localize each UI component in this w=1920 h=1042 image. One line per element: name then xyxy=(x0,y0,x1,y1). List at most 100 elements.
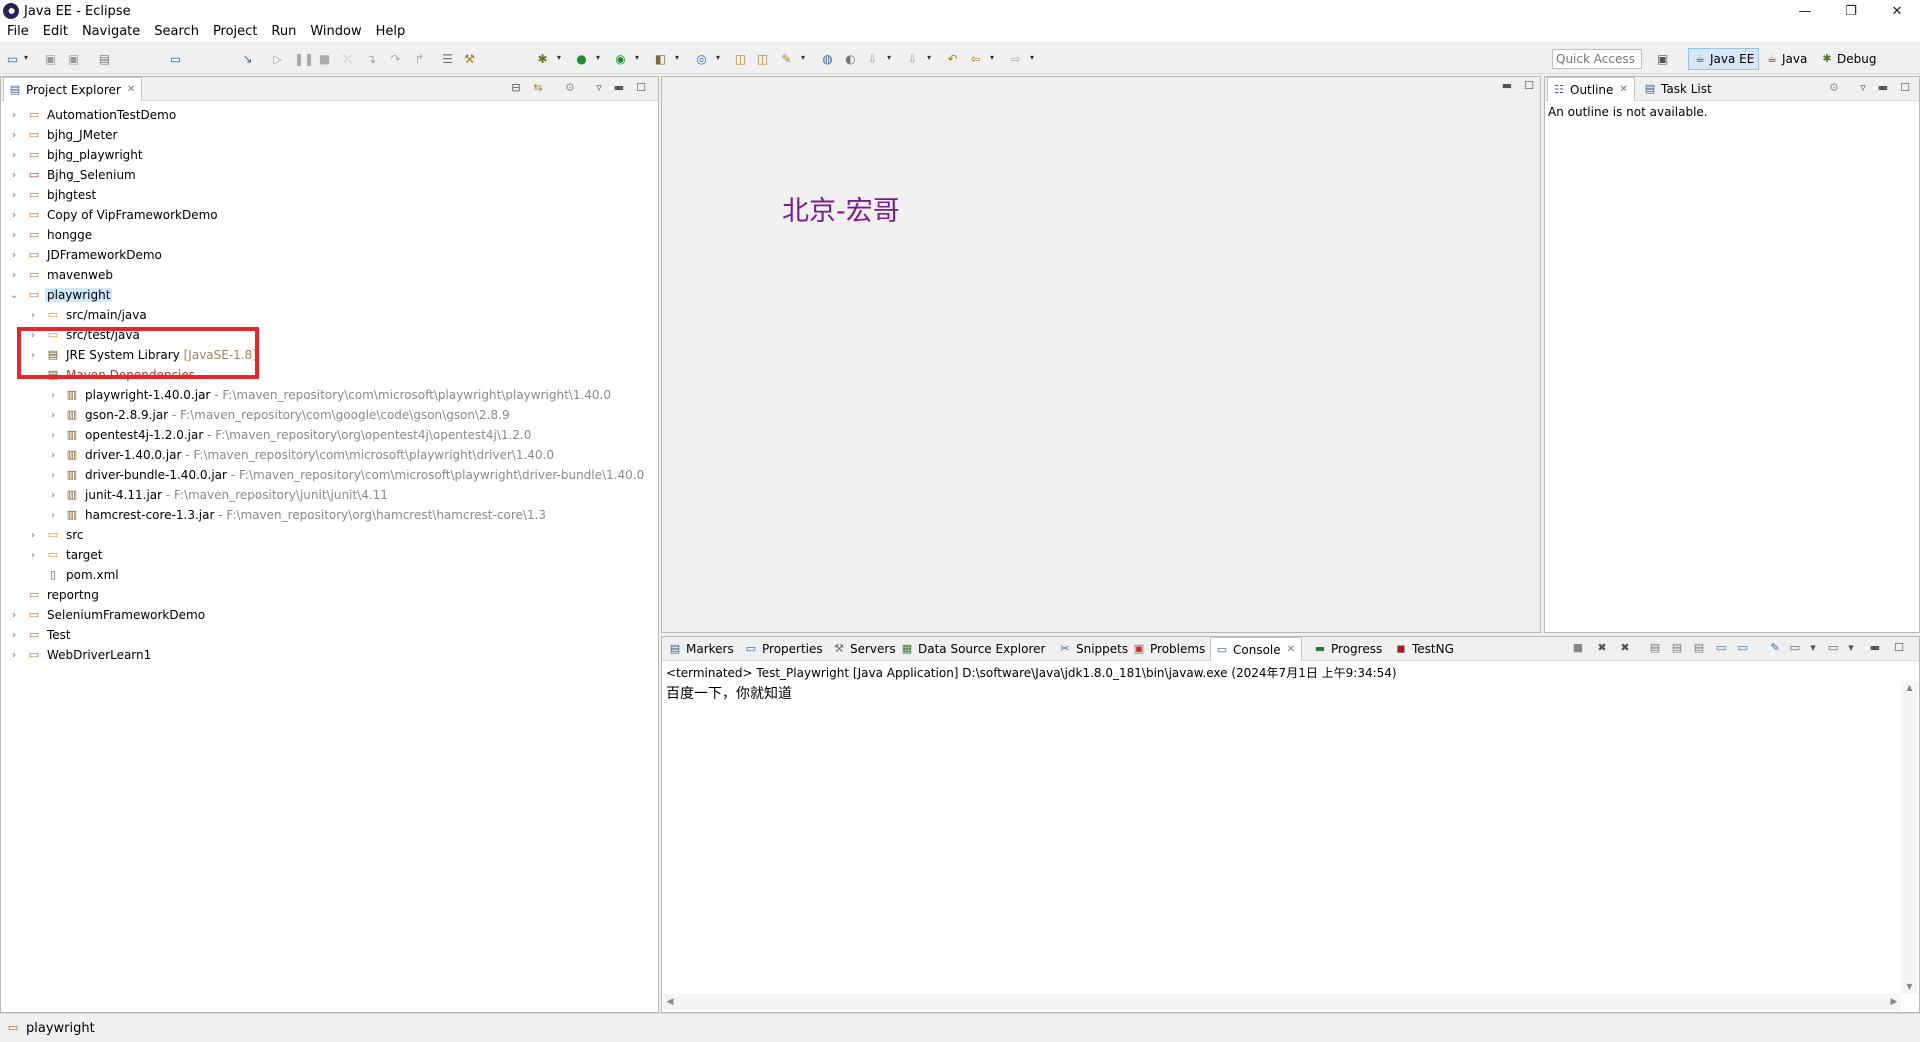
tree-item-project[interactable]: › ▭ Copy of VipFrameworkDemo xyxy=(2,205,657,225)
remove-launch-icon[interactable]: ✖ xyxy=(1595,641,1609,655)
next-annotation-dropdown-icon[interactable]: ▾ xyxy=(927,53,935,63)
menu-run[interactable]: Run xyxy=(264,22,303,42)
tab-properties[interactable]: ▭ Properties xyxy=(740,637,829,661)
menu-file[interactable]: File xyxy=(0,22,36,42)
show-on-output-icon[interactable]: ▭ xyxy=(1714,641,1728,655)
chevron-right-icon[interactable]: › xyxy=(27,550,39,561)
minimize-button[interactable]: — xyxy=(1782,0,1828,22)
tree-item-folder[interactable]: › ▭ src xyxy=(2,525,657,545)
tree-item-project[interactable]: › ▭ Test xyxy=(2,625,657,645)
tree-item-project[interactable]: › ▭ SeleniumFrameworkDemo xyxy=(2,605,657,625)
tree-item-project[interactable]: › ▭ Bjhg_Selenium xyxy=(2,165,657,185)
tree-item-project[interactable]: › ▭ AutomationTestDemo xyxy=(2,105,657,125)
web-browser-icon[interactable]: ◐ xyxy=(843,52,858,66)
remove-all-terminated-icon[interactable]: ✖ xyxy=(1618,641,1632,655)
new-server-icon[interactable]: ◧ xyxy=(653,52,668,66)
tab-console[interactable]: ▭ Console ✕ xyxy=(1210,637,1303,661)
chevron-right-icon[interactable]: › xyxy=(8,630,20,641)
chevron-right-icon[interactable]: › xyxy=(8,230,20,241)
chevron-right-icon[interactable]: › xyxy=(8,610,20,621)
run-dropdown-icon[interactable]: ▾ xyxy=(596,53,604,63)
chevron-right-icon[interactable]: › xyxy=(47,410,59,421)
menu-window[interactable]: Window xyxy=(303,22,368,42)
forward-dropdown-icon[interactable]: ▾ xyxy=(1030,53,1038,63)
tree-item-project[interactable]: › ▭ bjhgtest xyxy=(2,185,657,205)
open-console-icon[interactable]: ▭ xyxy=(1826,641,1840,655)
tree-item-source-folder[interactable]: › ▭ src/main/java xyxy=(2,305,657,325)
tree-item-file[interactable]: ▯ pom.xml xyxy=(2,565,657,585)
tree-item-jar[interactable]: › ▥ junit-4.11.jar - F:\maven_repository… xyxy=(2,485,657,505)
disconnect-icon[interactable]: ⤫ xyxy=(340,52,355,66)
step-over-icon[interactable]: ↷ xyxy=(388,52,403,66)
tab-servers[interactable]: ⚒ Servers xyxy=(828,637,902,661)
debug-dropdown-icon[interactable]: ▾ xyxy=(557,53,565,63)
show-on-error-icon[interactable]: ▭ xyxy=(1736,641,1750,655)
tree-item-project[interactable]: › ▭ bjhg_playwright xyxy=(2,145,657,165)
open-task-icon[interactable]: ◫ xyxy=(755,52,770,66)
maximize-view-icon[interactable]: ☐ xyxy=(1898,81,1912,95)
search-dropdown-icon[interactable]: ▾ xyxy=(801,53,809,63)
view-menu-icon[interactable]: ▿ xyxy=(1856,81,1870,95)
tree-item-project-playwright[interactable]: ⌄ ▭ playwright xyxy=(2,285,657,305)
quick-access-input[interactable] xyxy=(1552,49,1642,69)
scroll-right-icon[interactable]: ▶ xyxy=(1887,994,1901,1011)
tree-item-project[interactable]: › ▭ bjhg_JMeter xyxy=(2,125,657,145)
menu-navigate[interactable]: Navigate xyxy=(75,22,147,42)
filter-icon[interactable]: ⚙ xyxy=(1827,81,1841,95)
annotation-dropdown-icon[interactable]: ▾ xyxy=(887,53,895,63)
annotation-icon[interactable]: ⇩ xyxy=(865,52,880,66)
tab-task-list[interactable]: ▤ Task List xyxy=(1639,77,1718,101)
display-console-icon[interactable]: ▭ xyxy=(1788,641,1802,655)
tree-item-project[interactable]: › ▭ JDFrameworkDemo xyxy=(2,245,657,265)
chevron-right-icon[interactable]: › xyxy=(8,270,20,281)
step-into-icon[interactable]: ↴ xyxy=(364,52,379,66)
tree-item-jar[interactable]: › ▥ driver-1.40.0.jar - F:\maven_reposit… xyxy=(2,445,657,465)
chevron-right-icon[interactable]: › xyxy=(8,190,20,201)
last-edit-icon[interactable]: ↶ xyxy=(945,52,960,66)
terminate-icon[interactable]: ■ xyxy=(1571,641,1585,655)
tree-item-folder[interactable]: › ▭ target xyxy=(2,545,657,565)
minimize-view-icon[interactable]: ▬ xyxy=(1868,641,1882,655)
tree-item-project[interactable]: › ▭ hongge xyxy=(2,225,657,245)
chevron-right-icon[interactable]: › xyxy=(27,310,39,321)
chevron-right-icon[interactable]: › xyxy=(27,530,39,541)
coverage-icon[interactable]: ◉ xyxy=(613,52,628,66)
ext-tools-icon[interactable]: ⚒ xyxy=(462,52,477,66)
chevron-right-icon[interactable]: › xyxy=(8,150,20,161)
tab-outline[interactable]: ☷ Outline ✕ xyxy=(1547,77,1635,101)
perspective-java[interactable]: ☕ Java xyxy=(1761,48,1811,70)
minimize-view-icon[interactable]: ▬ xyxy=(1876,81,1890,95)
display-dropdown-icon[interactable]: ▾ xyxy=(1806,641,1820,655)
minimize-editor-icon[interactable]: ▬ xyxy=(1500,79,1514,93)
globe-icon[interactable]: ◍ xyxy=(820,52,835,66)
close-icon[interactable]: ✕ xyxy=(1619,84,1627,95)
print-icon[interactable]: ▤ xyxy=(97,52,112,66)
chevron-right-icon[interactable]: › xyxy=(8,130,20,141)
chevron-right-icon[interactable]: › xyxy=(47,450,59,461)
chevron-right-icon[interactable]: › xyxy=(8,170,20,181)
clear-console-icon[interactable]: ▤ xyxy=(1648,641,1662,655)
menu-search[interactable]: Search xyxy=(147,22,206,42)
debug-icon[interactable]: ✱ xyxy=(535,52,550,66)
tree-item-jar[interactable]: › ▥ driver-bundle-1.40.0.jar - F:\maven_… xyxy=(2,465,657,485)
tab-testng[interactable]: ◼ TestNG xyxy=(1390,637,1460,661)
coverage-dropdown-icon[interactable]: ▾ xyxy=(635,53,643,63)
pin-console-icon[interactable]: ✎ xyxy=(1768,641,1782,655)
chevron-right-icon[interactable]: › xyxy=(47,430,59,441)
maximize-view-icon[interactable]: ☐ xyxy=(634,81,648,95)
open-console-dropdown-icon[interactable]: ▾ xyxy=(1844,641,1858,655)
link-with-editor-icon[interactable]: ⇆ xyxy=(531,81,545,95)
scroll-left-icon[interactable]: ◀ xyxy=(663,994,677,1011)
tree-item-project[interactable]: › ▭ mavenweb xyxy=(2,265,657,285)
tree-item-project[interactable]: › ▭ WebDriverLearn1 xyxy=(2,645,657,665)
chevron-right-icon[interactable]: › xyxy=(8,110,20,121)
tree-item-jar[interactable]: › ▥ gson-2.8.9.jar - F:\maven_repository… xyxy=(2,405,657,425)
terminate-icon[interactable]: ■ xyxy=(317,52,332,66)
tab-data-source-explorer[interactable]: ▦ Data Source Explorer xyxy=(896,637,1051,661)
console-vertical-scrollbar[interactable]: ▲ ▼ xyxy=(1901,681,1918,994)
filter-icon[interactable]: ⚙ xyxy=(563,81,577,95)
console-horizontal-scrollbar[interactable]: ◀ ▶ xyxy=(663,994,1901,1011)
use-step-filters-icon[interactable]: ☰ xyxy=(440,52,455,66)
close-window-button[interactable]: ✕ xyxy=(1874,0,1920,22)
skip-breakpoints-icon[interactable]: ↘ xyxy=(240,52,255,66)
